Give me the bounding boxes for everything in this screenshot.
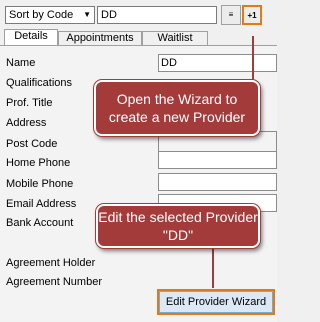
- edit-provider-wizard-button[interactable]: Edit Provider Wizard: [157, 289, 275, 315]
- callout-pointers: [212, 36, 254, 288]
- edit-callout: Edit the selected Provider "DD": [96, 204, 260, 248]
- wizard-callout: Open the Wizard to create a new Provider: [94, 80, 260, 136]
